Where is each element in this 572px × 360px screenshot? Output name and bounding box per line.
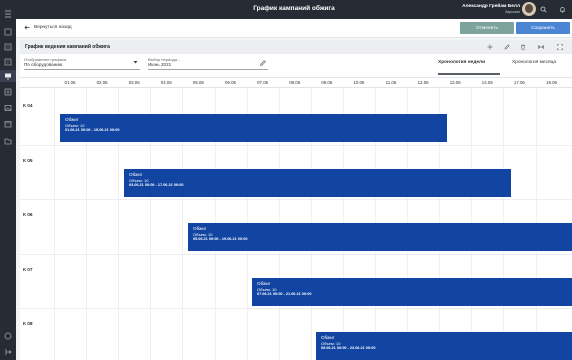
back-label: Вернуться назад xyxy=(34,25,72,30)
add-icon[interactable] xyxy=(487,44,493,50)
date-column-header: 09.06 xyxy=(321,80,333,85)
expand-icon[interactable] xyxy=(557,44,563,50)
calendar-icon[interactable] xyxy=(4,120,12,128)
avatar[interactable] xyxy=(522,2,536,16)
date-column-header: 02.06 xyxy=(96,80,108,85)
date-column-header: 05.06 xyxy=(192,80,204,85)
campaign-range: 05.06.21 00:00 - 19.06.21 00:00 xyxy=(193,237,248,241)
equipment-label: К 05 xyxy=(23,158,33,164)
sidebar-rail xyxy=(0,0,16,360)
panel-header: График ведения кампаний обжига xyxy=(20,40,572,54)
equipment-label: К 08 xyxy=(23,322,33,327)
date-column-header: 01.06 xyxy=(64,80,76,85)
help-icon[interactable] xyxy=(4,332,12,340)
date-column-header: 10.06 xyxy=(353,80,365,85)
report-icon[interactable] xyxy=(4,58,12,66)
pen-icon xyxy=(260,60,266,66)
bell-icon[interactable] xyxy=(559,6,566,13)
tab-month[interactable]: Хронология месяца xyxy=(512,60,556,65)
grid-row-line xyxy=(20,199,572,200)
campaign-range: 03.06.21 00:00 - 17.06.21 00:00 xyxy=(129,182,184,187)
campaign-range: 07.06.21 00:00 - 21.06.21 00:00 xyxy=(257,291,312,296)
date-header: 01.06 02.06 03.06 04.06 05.06 06.06 07.06 08.06… xyxy=(20,78,572,88)
period-picker[interactable]: Выбор периода... Июнь 2021 xyxy=(148,57,268,70)
grid-column-line xyxy=(54,88,55,360)
user-info[interactable]: Александр Грейам Белл Заргазин xyxy=(462,4,520,15)
campaign-bar[interactable]: Обжиг Объем: 10 03.06.21 00:00 - 17.06.21 … xyxy=(124,168,511,197)
save-button[interactable]: Сохранить xyxy=(516,22,570,34)
display-mode-select[interactable]: Отображение графика По оборудованию xyxy=(24,57,140,70)
app-root: График кампаний обжига Александр Грейам … xyxy=(0,0,572,360)
date-column-header: 13.06 xyxy=(449,80,461,85)
grid-row-line xyxy=(20,144,572,146)
tab-active-indicator xyxy=(438,73,500,75)
date-column-header: 03.06 xyxy=(128,80,140,85)
search-icon[interactable] xyxy=(540,6,547,13)
delete-icon[interactable] xyxy=(520,44,526,50)
monitor-icon[interactable] xyxy=(0,70,16,82)
filter-bar: Отображение графика По оборудованию Выбо… xyxy=(20,54,572,78)
grid-row-line xyxy=(20,308,572,309)
menu-icon[interactable] xyxy=(4,10,12,18)
date-column-header: 06.06 xyxy=(225,80,236,85)
date-column-header: 04.06 xyxy=(160,80,172,85)
campaign-bar[interactable]: Обжиг Объем: 10 09.06.21 00:00 - 23.06.21 … xyxy=(316,332,572,360)
campaign-bar[interactable]: Обжиг Объем: 10 07.06.21 00:00 - 21.06.21 … xyxy=(252,277,572,306)
period-value: Июнь 2021 xyxy=(148,62,172,67)
cancel-button[interactable]: Отменить xyxy=(460,22,514,34)
panel-title: График ведения кампаний обжига xyxy=(25,44,110,50)
tab-week[interactable]: Хронология недели xyxy=(438,60,485,65)
fit-width-icon[interactable] xyxy=(538,44,544,50)
folder-icon[interactable] xyxy=(4,137,12,145)
equipment-label: К 04 xyxy=(23,104,33,109)
logout-icon[interactable] xyxy=(4,348,12,356)
date-column-header: 12.06 xyxy=(417,80,429,85)
back-link[interactable]: Вернуться назад xyxy=(24,25,72,30)
edit-icon[interactable] xyxy=(504,44,510,50)
table-icon[interactable] xyxy=(4,88,12,96)
campaign-range: 01.06.21 00:00 - 15.06.21 00:00 xyxy=(65,128,120,132)
date-column-header: 17.06 xyxy=(513,80,525,85)
timeline-grid: К 04 Обжиг Объем: 10 01.06.21 00:00 - 15.06… xyxy=(20,88,572,360)
list-icon[interactable] xyxy=(4,43,12,51)
campaign-range: 09.06.21 00:00 - 23.06.21 00:00 xyxy=(321,346,376,350)
chevron-down-icon xyxy=(133,61,138,64)
campaign-bar[interactable]: Обжиг Объем: 10 05.06.21 00:00 - 19.06.21 … xyxy=(188,223,572,251)
grid-row-line xyxy=(20,253,572,255)
date-column-header: 08.06 xyxy=(289,80,301,85)
schedule-panel: График ведения кампаний обжига Отображен… xyxy=(20,40,572,360)
top-bar: График кампаний обжига Александр Грейам … xyxy=(16,0,572,19)
date-column-header: 11.06 xyxy=(385,80,397,85)
action-bar: Вернуться назад Отменить Сохранить xyxy=(16,19,572,38)
display-mode-value: По оборудованию xyxy=(24,62,63,67)
date-column-header: 07.06 xyxy=(257,80,269,85)
arrow-left-icon xyxy=(24,25,30,30)
campaign-bar[interactable]: Обжиг Объем: 10 01.06.21 00:00 - 15.06.21 … xyxy=(60,114,447,142)
date-column-header: 18.06 xyxy=(546,80,557,85)
equipment-label: К 06 xyxy=(23,213,33,218)
user-role: Заргазин xyxy=(505,10,520,14)
date-column-header: 14.06 xyxy=(481,80,493,85)
document-icon[interactable] xyxy=(4,28,12,36)
image-icon[interactable] xyxy=(4,104,12,112)
equipment-label: К 07 xyxy=(23,267,33,273)
